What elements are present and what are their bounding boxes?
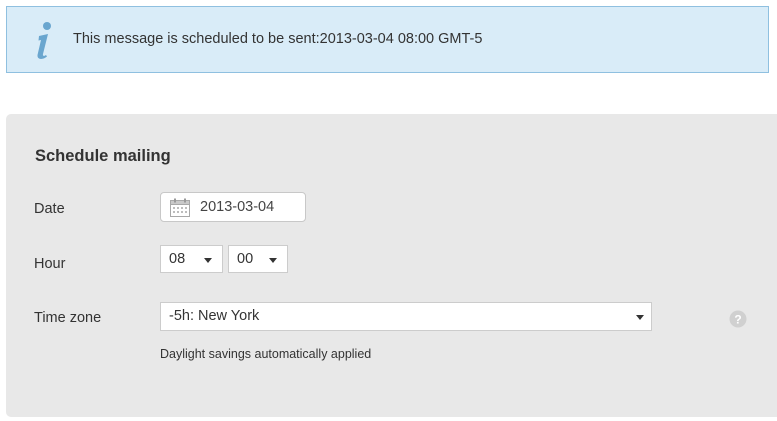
timezone-select[interactable]: -5h: New York bbox=[160, 302, 652, 331]
date-field[interactable]: 2013-03-04 bbox=[160, 192, 306, 222]
panel-title: Schedule mailing bbox=[35, 147, 171, 165]
hour-label: Hour bbox=[34, 256, 66, 272]
minute-value: 00 bbox=[237, 251, 254, 267]
chevron-down-icon bbox=[636, 315, 644, 320]
schedule-message: This message is scheduled to be sent:201… bbox=[73, 31, 483, 47]
info-banner: This message is scheduled to be sent:201… bbox=[6, 6, 769, 73]
timezone-value: -5h: New York bbox=[169, 308, 260, 324]
info-icon bbox=[37, 22, 51, 59]
svg-text:?: ? bbox=[734, 313, 741, 327]
date-value: 2013-03-04 bbox=[200, 199, 275, 215]
hour-select[interactable]: 08 bbox=[160, 245, 223, 273]
daylight-savings-hint: Daylight savings automatically applied bbox=[160, 347, 372, 361]
chevron-down-icon bbox=[204, 258, 212, 263]
date-label: Date bbox=[34, 201, 65, 217]
calendar-icon bbox=[170, 198, 190, 217]
hour-value: 08 bbox=[169, 251, 186, 267]
minute-select[interactable]: 00 bbox=[228, 245, 288, 273]
timezone-label: Time zone bbox=[34, 310, 102, 326]
chevron-down-icon bbox=[269, 258, 277, 263]
schedule-mailing-panel: Schedule mailing Date 2013-03-04 Hour 08… bbox=[6, 114, 777, 417]
help-icon[interactable]: ? bbox=[729, 310, 747, 328]
